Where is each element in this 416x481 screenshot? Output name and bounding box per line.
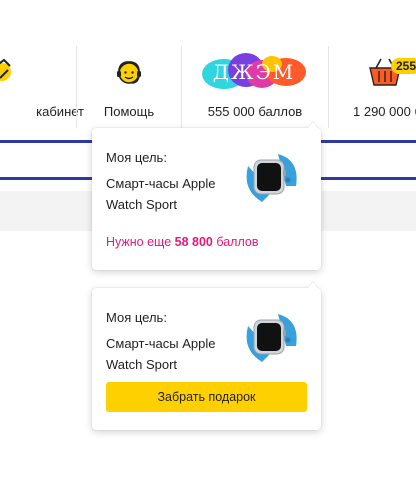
goal-tooltip-ready: Моя цель: Смарт-часы Apple Watch Sport З… <box>92 288 321 430</box>
support-agent-icon <box>117 61 141 84</box>
nav-label-help: Помощь <box>103 104 155 119</box>
jam-logo-text: ДЖЭМ <box>213 60 296 84</box>
watch-image <box>246 154 297 202</box>
key-icon <box>0 58 11 81</box>
points-needed-prefix: Нужно еще <box>106 235 172 249</box>
watch-image <box>246 314 297 362</box>
nav-item-help[interactable]: Помощь <box>77 48 181 120</box>
top-nav: кабинет Помощь ДЖЭМ 555 000 баллов 255 1… <box>0 0 416 128</box>
claim-gift-button[interactable]: Забрать подарок <box>106 382 307 412</box>
basket-total: 1 290 000 б <box>353 104 416 119</box>
basket-count-badge: 255 <box>391 58 416 74</box>
basket-count: 255 <box>396 59 416 73</box>
points-needed-amount: 58 800 <box>174 235 213 249</box>
points-balance: 555 000 баллов <box>207 104 303 119</box>
points-needed: Нужно еще 58 800 баллов <box>106 235 259 249</box>
nav-item-cabinet[interactable]: кабинет <box>0 48 84 120</box>
nav-item-points[interactable]: ДЖЭМ 555 000 баллов <box>182 48 328 120</box>
goal-title: Моя цель: <box>106 310 167 325</box>
goal-tooltip-progress: Моя цель: Смарт-часы Apple Watch Sport Н… <box>92 128 321 270</box>
points-needed-suffix: баллов <box>216 235 259 249</box>
nav-item-basket[interactable]: 255 1 290 000 б <box>329 48 416 120</box>
goal-product-name: Смарт-часы Apple Watch Sport <box>106 336 216 372</box>
goal-product-name: Смарт-часы Apple Watch Sport <box>106 176 216 212</box>
jam-logo: ДЖЭМ <box>202 53 306 89</box>
goal-title: Моя цель: <box>106 150 167 165</box>
